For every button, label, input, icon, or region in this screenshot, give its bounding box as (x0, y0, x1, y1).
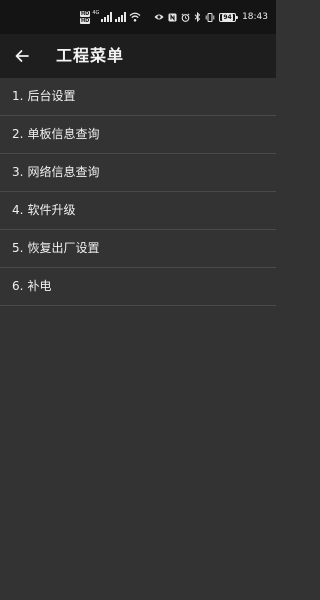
clock: 18:43 (242, 12, 268, 22)
bluetooth-icon (194, 12, 201, 22)
app-bar: 工程菜单 (0, 34, 276, 78)
wifi-icon (129, 12, 141, 22)
back-arrow-icon (15, 50, 29, 62)
back-button[interactable] (8, 42, 36, 70)
signal-icon (115, 12, 127, 22)
menu-item-network-info[interactable]: 3. 网络信息查询 (0, 154, 276, 192)
menu-item-factory-reset[interactable]: 5. 恢复出厂设置 (0, 230, 276, 268)
menu-item-backend-settings[interactable]: 1. 后台设置 (0, 78, 276, 116)
battery-icon: 94 (219, 12, 239, 22)
vibrate-icon (205, 12, 215, 22)
menu-item-number: 6. (12, 279, 24, 293)
alarm-icon (181, 12, 190, 22)
network-type: 4G (92, 10, 100, 16)
eye-icon (154, 14, 164, 20)
sim-tags: HD HD (80, 10, 91, 24)
page-title: 工程菜单 (56, 46, 125, 65)
status-bar-right: 94 18:43 (154, 9, 268, 25)
menu-item-label: 网络信息查询 (27, 165, 100, 179)
menu-item-number: 1. (12, 89, 24, 103)
menu-item-label: 单板信息查询 (27, 127, 100, 141)
signal-icon (101, 12, 113, 22)
menu-item-recharge[interactable]: 6. 补电 (0, 268, 276, 306)
menu-item-label: 恢复出厂设置 (27, 241, 100, 255)
battery-level: 94 (222, 13, 233, 21)
status-bar: HD HD 4G 94 18:43 (0, 0, 276, 34)
menu-item-software-upgrade[interactable]: 4. 软件升级 (0, 192, 276, 230)
menu-item-number: 5. (12, 241, 24, 255)
sim1-hd-badge: HD (80, 10, 91, 17)
menu-item-board-info[interactable]: 2. 单板信息查询 (0, 116, 276, 154)
menu-item-label: 补电 (27, 279, 52, 293)
status-bar-left: HD HD 4G (80, 9, 141, 25)
nfc-icon (168, 13, 177, 21)
sim2-hd-badge: HD (80, 17, 91, 24)
menu-item-number: 2. (12, 127, 24, 141)
menu-item-number: 3. (12, 165, 24, 179)
menu-item-number: 4. (12, 203, 24, 217)
engineering-menu-list: 1. 后台设置 2. 单板信息查询 3. 网络信息查询 4. 软件升级 5. 恢复出厂设置… (0, 78, 276, 306)
menu-item-label: 后台设置 (27, 89, 76, 103)
menu-item-label: 软件升级 (27, 203, 76, 217)
